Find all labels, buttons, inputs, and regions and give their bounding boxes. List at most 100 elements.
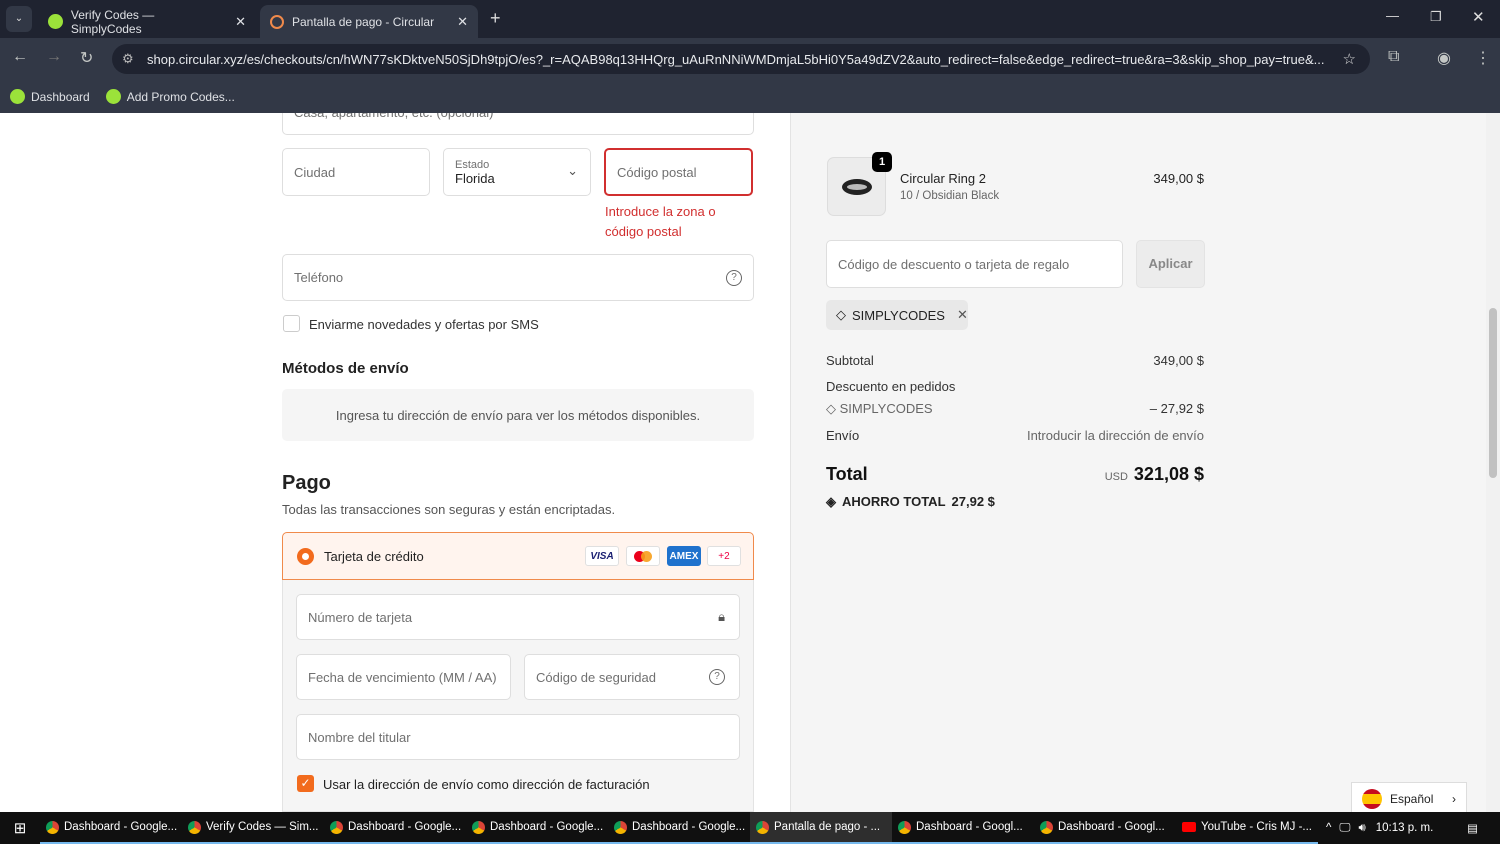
cvv-input[interactable]: Código de seguridad? [524, 654, 740, 700]
scrollbar-thumb[interactable] [1489, 308, 1497, 478]
restore-button[interactable]: ❐ [1430, 9, 1442, 25]
back-icon[interactable]: ← [12, 48, 28, 66]
applied-code-chip: ◇ SIMPLYCODES ✕ [826, 300, 968, 330]
close-tab-icon[interactable]: ✕ [235, 14, 246, 30]
spain-flag-icon [1362, 789, 1382, 809]
help-icon[interactable]: ? [709, 669, 725, 685]
tab-checkout[interactable]: Pantalla de pago - Circular ✕ [260, 5, 478, 38]
network-icon[interactable]: 🖵︎ [1339, 822, 1350, 835]
order-discount-row: Descuento en pedidos [826, 379, 1204, 394]
address-bar[interactable]: ⚙ shop.circular.xyz/es/checkouts/cn/hWN7… [112, 44, 1370, 74]
shipping-methods-title: Métodos de envío [282, 360, 409, 377]
payment-subtitle: Todas las transacciones son seguras y es… [282, 502, 616, 517]
apply-button[interactable]: Aplicar [1136, 240, 1205, 288]
city-input[interactable]: Ciudad [282, 148, 430, 196]
taskbar-item[interactable]: YouTube - Cris MJ -... [1176, 812, 1318, 844]
tray-chevron-icon[interactable]: ^ [1326, 822, 1331, 834]
windows-start-icon[interactable]: ⊞ [0, 819, 40, 837]
order-discount-label: Descuento en pedidos [826, 379, 956, 394]
taskbar-item[interactable]: Dashboard - Google... [466, 812, 608, 844]
tab-verify-codes[interactable]: Verify Codes — SimplyCodes ✕ [38, 5, 256, 38]
state-select[interactable]: Estado Florida ⌄ [443, 148, 591, 196]
credit-card-option[interactable]: Tarjeta de crédito VISA AMEX +2 [282, 532, 754, 580]
chevron-right-icon: › [1452, 792, 1456, 806]
close-tab-icon[interactable]: ✕ [457, 14, 468, 30]
language-selector[interactable]: Español › [1351, 782, 1467, 816]
simplycodes-icon [105, 89, 121, 104]
billing-same-label: Usar la dirección de envío como direcció… [323, 777, 650, 792]
zip-error: Introduce la zona o código postal [605, 204, 716, 239]
cardholder-name-input[interactable]: Nombre del titular [296, 714, 740, 760]
card-number-input[interactable]: Número de tarjeta 🔒︎ [296, 594, 740, 640]
taskbar-item[interactable]: Pantalla de pago - ... [750, 812, 892, 844]
taskbar-label: Verify Codes — Sim... [206, 821, 319, 833]
expiry-input[interactable]: Fecha de vencimiento (MM / AA) [296, 654, 511, 700]
billing-same-checkbox[interactable]: ✓ [297, 775, 314, 792]
minimize-button[interactable]: — [1386, 8, 1399, 23]
shipping-notice-text: Ingresa tu dirección de envío para ver l… [335, 407, 701, 423]
shipping-notice: Ingresa tu dirección de envío para ver l… [282, 389, 754, 441]
forward-icon[interactable]: → [46, 48, 62, 66]
youtube-icon [1182, 822, 1196, 832]
subtotal-row: Subtotal 349,00 $ [826, 353, 1204, 368]
menu-icon[interactable]: ⋮ [1475, 48, 1491, 68]
chrome-icon [472, 820, 485, 834]
clock[interactable]: 10:13 p. m. [1376, 822, 1434, 834]
taskbar-item[interactable]: Verify Codes — Sim... [182, 812, 324, 844]
placeholder: Código postal [617, 164, 697, 180]
tag-icon: ◇ [826, 401, 840, 416]
taskbar-label: Dashboard - Googl... [1058, 821, 1165, 833]
discount-code-row: ◇ SIMPLYCODES – 27,92 $ [826, 401, 1204, 417]
circular-icon [270, 14, 284, 29]
subtotal-label: Subtotal [826, 353, 874, 368]
radio-selected-icon[interactable] [297, 547, 314, 565]
placeholder: Teléfono [294, 270, 344, 285]
notifications-icon[interactable]: ▤ [1467, 821, 1478, 835]
site-info-icon[interactable]: ⚙ [122, 51, 134, 67]
reload-icon[interactable]: ↻ [80, 48, 93, 68]
bookmark-star-icon[interactable]: ☆ [1343, 50, 1356, 68]
taskbar-item[interactable]: Dashboard - Googl... [892, 812, 1034, 844]
total-savings: ◈ AHORRO TOTAL 27,92 $ [826, 494, 995, 510]
chrome-icon [330, 820, 343, 834]
discount-amount: – 27,92 $ [1149, 401, 1204, 416]
help-icon[interactable]: ? [726, 269, 742, 286]
taskbar-label: Dashboard - Google... [490, 821, 604, 833]
zip-input[interactable]: Código postal [604, 148, 753, 196]
taskbar-item[interactable]: Dashboard - Googl... [1034, 812, 1176, 844]
savings-value: 27,92 $ [951, 494, 995, 509]
shipping-label: Envío [826, 428, 860, 443]
state-value: Florida [455, 170, 495, 186]
phone-input[interactable]: Teléfono? [282, 254, 754, 301]
language-label: Español [1390, 792, 1434, 806]
placeholder: Código de seguridad [536, 669, 656, 685]
taskbar-label: Pantalla de pago - ... [774, 821, 881, 833]
volume-icon[interactable]: 🔊︎ [1359, 822, 1366, 835]
placeholder: Fecha de vencimiento (MM / AA) [308, 669, 497, 685]
discount-code-label: SIMPLYCODES [839, 401, 933, 416]
simplycodes-icon [10, 89, 25, 104]
more-cards-badge: +2 [707, 546, 741, 566]
new-tab-button[interactable]: + [490, 8, 501, 29]
chevron-down-icon: ⌄ [567, 163, 578, 178]
page-scrollbar[interactable] [1486, 113, 1500, 812]
chrome-icon [756, 820, 769, 834]
total-row: Total USD 321,08 $ [826, 464, 1204, 485]
total-value: 321,08 $ [1133, 464, 1204, 484]
extensions-icon[interactable]: ⧉ [1388, 48, 1399, 66]
profile-icon[interactable]: ◉ [1437, 48, 1451, 68]
bookmark-dashboard[interactable]: Dashboard [10, 89, 90, 104]
applied-code: SIMPLYCODES [852, 307, 945, 323]
taskbar-item[interactable]: Dashboard - Google... [324, 812, 466, 844]
bookmark-add-promo-codes[interactable]: Add Promo Codes... [105, 89, 235, 104]
order-summary [790, 113, 1486, 812]
chrome-icon [1040, 820, 1053, 834]
taskbar-label: Dashboard - Google... [632, 821, 746, 833]
discount-code-input[interactable]: Código de descuento o tarjeta de regalo [826, 240, 1123, 288]
remove-code-icon[interactable]: ✕ [957, 307, 968, 323]
close-window-button[interactable]: ✕ [1472, 8, 1485, 26]
taskbar-item[interactable]: Dashboard - Google... [40, 812, 182, 844]
taskbar-item[interactable]: Dashboard - Google... [608, 812, 750, 844]
sms-checkbox[interactable] [283, 315, 300, 332]
tab-search-button[interactable]: ⌄ [6, 6, 32, 32]
